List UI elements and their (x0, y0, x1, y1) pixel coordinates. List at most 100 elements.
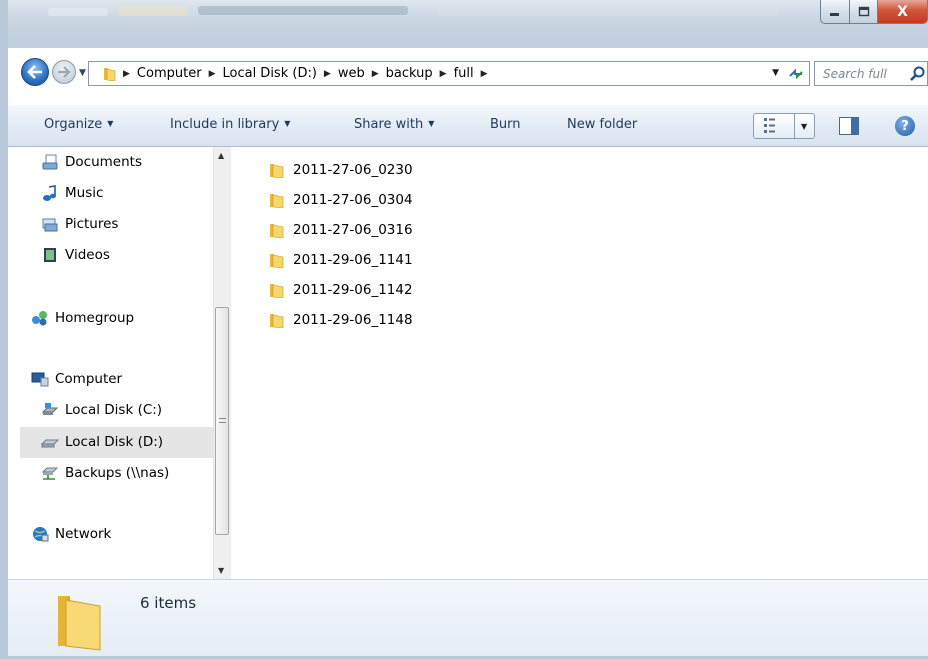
help-button[interactable]: ? (895, 116, 915, 136)
arrow-left-icon (27, 65, 42, 79)
chevron-right-icon[interactable]: ▶ (123, 69, 130, 79)
search-placeholder: Search full (823, 66, 887, 81)
list-item[interactable]: 2011-27-06_0230 (269, 159, 413, 181)
title-bar[interactable]: X (8, 0, 928, 48)
crumb-backup[interactable]: backup (386, 66, 433, 81)
back-button[interactable] (21, 58, 49, 86)
sidebar-item-label: Local Disk (D:) (65, 434, 164, 450)
file-name: 2011-29-06_1148 (293, 312, 413, 328)
organize-menu[interactable]: Organize ▼ (44, 117, 113, 132)
sidebar-item-homegroup[interactable]: Homegroup (31, 305, 134, 331)
include-in-library-label: Include in library (170, 117, 280, 132)
crumb-full[interactable]: full (454, 66, 474, 81)
chevron-right-icon[interactable]: ▶ (372, 69, 379, 79)
sidebar-item-label: Homegroup (55, 310, 135, 326)
arrow-right-icon (58, 66, 71, 78)
file-name: 2011-29-06_1142 (293, 282, 413, 298)
homegroup-icon (32, 311, 47, 326)
close-button[interactable]: X (878, 0, 928, 24)
music-icon (43, 185, 56, 201)
scroll-down-arrow-icon[interactable]: ▼ (218, 566, 224, 575)
folder-icon (270, 284, 284, 298)
scroll-up-arrow-icon[interactable]: ▲ (218, 151, 224, 160)
search-input[interactable]: Search full (814, 61, 928, 86)
address-bar[interactable]: ▶ Computer ▶ Local Disk (D:) ▶ web ▶ bac… (88, 61, 810, 86)
chevron-right-icon[interactable]: ▶ (440, 69, 447, 79)
chevron-right-icon[interactable]: ▶ (209, 69, 216, 79)
sidebar-item-label: Music (65, 185, 104, 201)
chevron-down-icon: ▼ (428, 119, 435, 128)
chevron-down-icon: ▼ (107, 119, 114, 128)
sidebar-item-label: Computer (55, 371, 123, 387)
sidebar-item-label: Videos (65, 247, 110, 263)
sidebar-item-videos[interactable]: Videos (41, 242, 110, 268)
folder-icon (270, 194, 284, 208)
chevron-right-icon[interactable]: ▶ (481, 69, 488, 79)
file-list[interactable]: 2011-27-06_0230 2011-27-06_0304 2011-27-… (242, 147, 928, 579)
list-item[interactable]: 2011-27-06_0304 (269, 189, 413, 211)
caption-buttons: X (820, 0, 928, 28)
command-bar: Organize ▼ Include in library ▼ Share with… (8, 105, 928, 147)
address-history-dropdown[interactable]: ▼ (772, 68, 779, 78)
folder-icon (104, 68, 116, 81)
sidebar-item-documents[interactable]: Documents (41, 149, 142, 175)
refresh-icon (789, 68, 803, 79)
file-name: 2011-27-06_0304 (293, 192, 413, 208)
sidebar-item-local-disk-d[interactable]: Local Disk (D:) (41, 429, 163, 455)
refresh-button[interactable] (785, 64, 807, 83)
chevron-down-icon[interactable]: ▼ (801, 122, 807, 131)
minimize-button[interactable] (820, 0, 850, 24)
sidebar-item-label: Documents (65, 154, 142, 170)
details-pane: 6 items (8, 579, 928, 659)
sidebar-item-local-disk-c[interactable]: Local Disk (C:) (41, 397, 162, 423)
sidebar-scrollbar[interactable]: ▲ ▼ (213, 147, 230, 579)
crumb-computer[interactable]: Computer (137, 66, 202, 81)
list-item[interactable]: 2011-27-06_0316 (269, 219, 413, 241)
navigation-pane: Documents Music Pictures Videos Homegrou… (8, 147, 230, 579)
sidebar-item-computer[interactable]: Computer (31, 366, 122, 392)
crumb-web[interactable]: web (338, 66, 365, 81)
share-with-menu[interactable]: Share with ▼ (354, 117, 434, 132)
maximize-button[interactable] (850, 0, 878, 24)
list-item[interactable]: 2011-29-06_1141 (269, 249, 413, 271)
sidebar-item-network[interactable]: Network (31, 521, 111, 547)
crumb-local-disk-d[interactable]: Local Disk (D:) (222, 66, 316, 81)
pane-splitter[interactable] (230, 147, 242, 579)
drive-icon (41, 439, 59, 448)
organize-label: Organize (44, 117, 103, 132)
include-in-library-menu[interactable]: Include in library ▼ (170, 117, 290, 132)
sidebar-item-backups-nas[interactable]: Backups (\\nas) (41, 460, 169, 486)
file-name: 2011-29-06_1141 (293, 252, 413, 268)
folder-icon (270, 224, 284, 238)
maximize-icon (858, 6, 869, 17)
item-count: 6 items (140, 594, 197, 612)
blurred-background (438, 7, 778, 16)
preview-pane-button[interactable] (839, 117, 859, 135)
sidebar-item-label: Local Disk (C:) (65, 402, 163, 418)
blurred-background (48, 8, 108, 16)
scroll-thumb[interactable] (215, 307, 229, 535)
sidebar-item-music[interactable]: Music (41, 180, 103, 206)
close-icon: X (897, 3, 908, 20)
change-view-button[interactable]: ▼ (753, 113, 815, 139)
chevron-right-icon[interactable]: ▶ (324, 69, 331, 79)
folder-icon (270, 314, 284, 328)
videos-icon (44, 248, 56, 262)
recent-pages-dropdown[interactable]: ▼ (79, 68, 86, 78)
sidebar-item-label: Backups (\\nas) (65, 465, 170, 481)
list-item[interactable]: 2011-29-06_1148 (269, 309, 413, 331)
new-folder-button[interactable]: New folder (567, 117, 637, 132)
details-view-icon (764, 118, 775, 133)
grip-icon (219, 418, 226, 423)
network-drive-icon (41, 467, 59, 480)
list-item[interactable]: 2011-29-06_1142 (269, 279, 413, 301)
navigation-row: ▼ ▶ Computer ▶ Local Disk (D:) ▶ web ▶ b… (8, 58, 928, 88)
burn-button[interactable]: Burn (490, 117, 521, 132)
forward-button[interactable] (52, 60, 76, 84)
sidebar-item-label: Pictures (65, 216, 119, 232)
sidebar-item-pictures[interactable]: Pictures (41, 211, 118, 237)
search-icon[interactable] (909, 65, 927, 83)
share-with-label: Share with (354, 117, 424, 132)
system-drive-icon (41, 403, 59, 415)
sidebar-item-label: Network (55, 526, 112, 542)
